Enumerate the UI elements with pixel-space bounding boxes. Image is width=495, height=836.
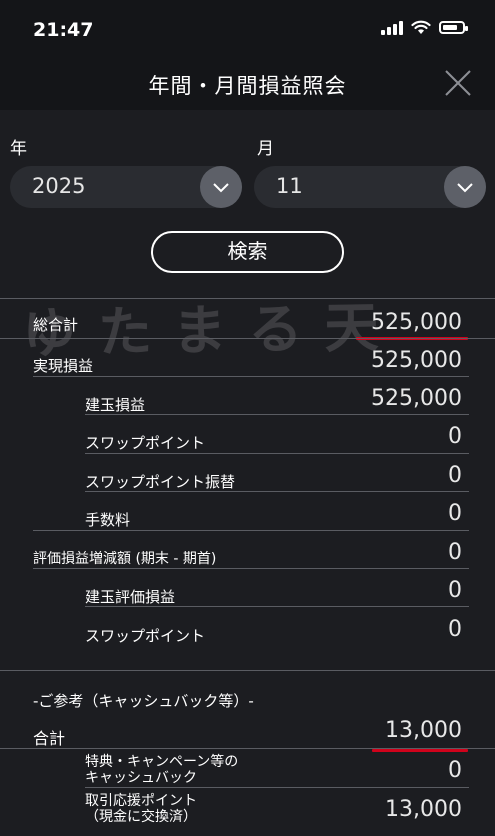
valuation-value: 0 (448, 540, 462, 565)
year-label: 年 (10, 139, 27, 159)
row-divider (33, 530, 469, 531)
row-divider (85, 414, 469, 415)
row-divider (0, 338, 495, 339)
status-bar: 21:47 (0, 0, 495, 58)
reference-total-value: 13,000 (385, 718, 462, 743)
month-select[interactable]: 11 (254, 166, 486, 208)
battery-icon (439, 21, 468, 34)
reference-section-label: -ご参考（キャッシュバック等）- (33, 692, 254, 710)
page-title: 年間・月間損益照会 (148, 74, 347, 98)
reference-total-label: 合計 (33, 729, 66, 748)
position-valuation-value: 0 (448, 578, 462, 603)
status-icons (381, 20, 468, 35)
wifi-icon (411, 20, 431, 34)
cellular-signal-icon (381, 20, 403, 35)
position-pl-label: 建玉損益 (85, 396, 146, 414)
year-select[interactable]: 2025 (10, 166, 242, 208)
row-divider (0, 748, 495, 749)
swap-valuation-label: スワップポイント (85, 627, 206, 645)
reference-total-highlight (372, 749, 468, 752)
points-label-line2: （現金に交換済） (85, 809, 197, 825)
status-time: 21:47 (33, 19, 94, 41)
total-value: 525,000 (371, 310, 462, 335)
swap-transfer-value: 0 (448, 463, 462, 488)
realized-value: 525,000 (371, 348, 462, 373)
chevron-down-icon[interactable] (444, 166, 486, 208)
position-pl-value: 525,000 (371, 386, 462, 411)
valuation-label: 評価損益増減額 (期末 - 期首) (33, 551, 217, 567)
cashback-value: 0 (448, 758, 462, 783)
position-valuation-label: 建玉評価損益 (85, 588, 176, 606)
close-icon[interactable] (443, 68, 473, 98)
points-value: 13,000 (385, 797, 462, 822)
swap-label: スワップポイント (85, 434, 206, 452)
row-divider (85, 787, 469, 788)
swap-value: 0 (448, 424, 462, 449)
month-value: 11 (276, 174, 303, 198)
search-button[interactable]: 検索 (151, 231, 344, 273)
month-label: 月 (257, 139, 274, 159)
total-label: 総合計 (33, 316, 79, 334)
year-value: 2025 (32, 174, 86, 198)
row-divider (33, 568, 469, 569)
swap-transfer-label: スワップポイント振替 (85, 473, 236, 491)
chevron-down-icon[interactable] (200, 166, 242, 208)
row-divider (85, 453, 469, 454)
row-divider (85, 606, 469, 607)
swap-valuation-value: 0 (448, 617, 462, 642)
fee-value: 0 (448, 501, 462, 526)
cashback-label-line2: キャッシュバック (85, 770, 197, 786)
fee-label: 手数料 (85, 511, 131, 529)
nav-bar: 年間・月間損益照会 (0, 58, 495, 110)
section-divider (0, 670, 495, 671)
realized-label: 実現損益 (33, 357, 94, 375)
row-divider (85, 491, 469, 492)
row-divider (33, 376, 469, 377)
